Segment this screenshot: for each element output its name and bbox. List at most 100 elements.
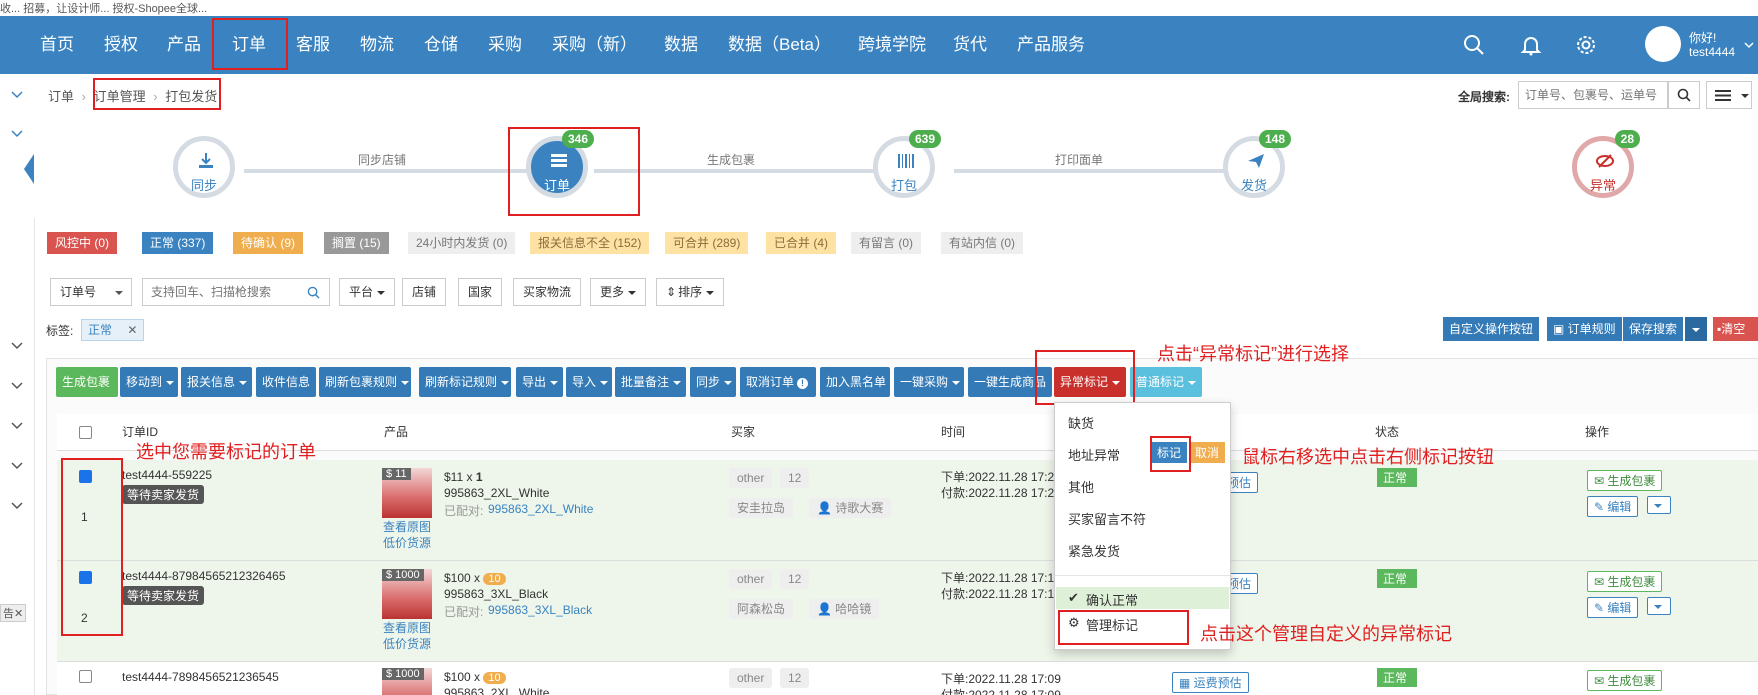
username[interactable]: test4444	[1689, 45, 1735, 59]
row-create-package-button[interactable]: ✉ 生成包裹	[1587, 571, 1663, 592]
order-rules-button[interactable]: ▣ 订单规则	[1547, 317, 1622, 341]
table-row[interactable]: 2 test4444-87984565212326465 等待卖家发货 $ 10…	[57, 561, 1758, 662]
status-tag-merged[interactable]: 已合并 (4)	[766, 232, 837, 254]
table-row[interactable]: test4444-7898456521236545 $ 1000 $100 x …	[57, 662, 1758, 695]
chevron-down-icon[interactable]	[8, 456, 26, 474]
nav-warehouse[interactable]: 仓储	[424, 16, 458, 74]
view-original-link[interactable]: 查看原图	[383, 619, 431, 636]
row-create-package-button[interactable]: ✉ 生成包裹	[1587, 470, 1663, 491]
save-search-button[interactable]: 保存搜索	[1623, 317, 1684, 341]
normal-mark-button[interactable]: 普通标记	[1130, 367, 1202, 397]
country-filter[interactable]: 国家	[458, 278, 503, 306]
status-tag-risk[interactable]: 风控中 (0)	[47, 232, 118, 254]
nav-logistics[interactable]: 物流	[360, 16, 394, 74]
status-tag-has-message[interactable]: 有留言 (0)	[851, 232, 922, 254]
status-tag-24h[interactable]: 24小时内发货 (0)	[408, 232, 516, 254]
buyer-name-pill[interactable]: 👤 哈哈镜	[809, 599, 880, 619]
menu-item-out-of-stock[interactable]: 缺货	[1068, 413, 1094, 432]
nav-product-service[interactable]: 产品服务	[1017, 16, 1085, 74]
bell-icon[interactable]	[1520, 34, 1542, 56]
view-toggle-button[interactable]	[1706, 81, 1752, 109]
menu-item-address-abnormal[interactable]: 地址异常	[1068, 445, 1120, 464]
platform-filter[interactable]: 平台	[339, 278, 396, 306]
tag-chip-normal[interactable]: 正常 ✕	[81, 319, 145, 341]
cancel-mark-button[interactable]: 取消	[1189, 442, 1226, 463]
import-button[interactable]: 导入	[566, 367, 612, 397]
row-more-dropdown[interactable]	[1647, 496, 1671, 514]
nav-product[interactable]: 产品	[167, 16, 201, 74]
menu-item-buyer-message-mismatch[interactable]: 买家留言不符	[1068, 509, 1146, 528]
refresh-mark-rules-button[interactable]: 刷新标记规则	[419, 367, 511, 397]
row-more-dropdown[interactable]	[1647, 597, 1671, 615]
search-icon[interactable]	[307, 286, 320, 299]
nav-academy[interactable]: 跨境学院	[858, 16, 926, 74]
nav-data[interactable]: 数据	[664, 16, 698, 74]
nav-home[interactable]: 首页	[40, 16, 74, 74]
matched-sku-link[interactable]: 995863_2XL_White	[488, 502, 593, 516]
gear-icon[interactable]	[1575, 34, 1597, 56]
move-to-button[interactable]: 移动到	[120, 367, 178, 397]
sync-button[interactable]: 同步	[690, 367, 736, 397]
more-filter[interactable]: 更多	[590, 278, 647, 306]
nav-data-beta[interactable]: 数据（Beta）	[728, 16, 831, 74]
breadcrumb-orders[interactable]: 订单	[48, 89, 74, 104]
status-tag-normal[interactable]: 正常 (337)	[142, 232, 214, 254]
search-icon[interactable]	[1463, 34, 1485, 56]
save-search-dropdown[interactable]	[1685, 317, 1707, 341]
status-tag-on-hold[interactable]: 搁置 (15)	[324, 232, 389, 254]
customs-info-button[interactable]: 报关信息	[181, 367, 252, 397]
refresh-package-rules-button[interactable]: 刷新包裹规则	[319, 367, 411, 397]
chevron-down-icon[interactable]	[8, 496, 26, 514]
order-id[interactable]: test4444-87984565212326465	[122, 569, 286, 583]
step-abnormal[interactable]: 异常 28	[1572, 130, 1640, 198]
low-price-source-link[interactable]: 低价货源	[383, 534, 431, 551]
order-number-select[interactable]: 订单号	[50, 278, 132, 306]
buyer-logistics-filter[interactable]: 买家物流	[513, 278, 582, 306]
select-all-checkbox[interactable]	[79, 426, 92, 439]
custom-actions-button[interactable]: 自定义操作按钮	[1443, 317, 1540, 341]
batch-note-button[interactable]: 批量备注	[615, 367, 686, 397]
step-ship[interactable]: 发货 148	[1223, 130, 1291, 198]
nav-authorize[interactable]: 授权	[104, 16, 138, 74]
global-search-input[interactable]	[1518, 81, 1668, 109]
nav-freight[interactable]: 货代	[953, 16, 987, 74]
step-sync[interactable]: 同步	[173, 136, 235, 198]
row-create-package-button[interactable]: ✉ 生成包裹	[1587, 670, 1663, 691]
matched-sku-link[interactable]: 995863_3XL_Black	[488, 603, 592, 617]
recipient-info-button[interactable]: 收件信息	[256, 367, 316, 397]
view-original-link[interactable]: 查看原图	[383, 518, 431, 535]
avatar[interactable]	[1645, 26, 1681, 62]
menu-item-confirm-normal[interactable]: ✔ 确认正常	[1056, 587, 1229, 609]
chevron-down-icon[interactable]	[8, 376, 26, 394]
store-filter[interactable]: 店铺	[402, 278, 447, 306]
row-checkbox[interactable]	[79, 670, 92, 683]
status-tag-mergeable[interactable]: 可合并 (289)	[665, 232, 749, 254]
menu-item-urgent-ship[interactable]: 紧急发货	[1068, 541, 1120, 560]
order-search-input[interactable]	[142, 278, 330, 306]
chevron-down-icon[interactable]	[1744, 40, 1754, 50]
global-search-button[interactable]	[1668, 81, 1700, 109]
sort-button[interactable]: ⇕ 排序	[656, 278, 725, 306]
one-click-purchase-button[interactable]: 一键采购	[894, 367, 964, 397]
add-blacklist-button[interactable]: 加入黑名单	[820, 367, 890, 397]
nav-customer-service[interactable]: 客服	[296, 16, 330, 74]
nav-purchase[interactable]: 采购	[488, 16, 522, 74]
status-tag-pending[interactable]: 待确认 (9)	[233, 232, 304, 254]
freight-estimate-button[interactable]: ▦ 运费预估	[1172, 672, 1249, 693]
export-button[interactable]: 导出	[516, 367, 563, 397]
order-id[interactable]: test4444-7898456521236545	[122, 670, 279, 684]
row-edit-button[interactable]: ✎ 编辑	[1587, 597, 1639, 618]
low-price-source-link[interactable]: 低价货源	[383, 635, 431, 652]
step-pack[interactable]: 打包 639	[873, 130, 941, 198]
cancel-order-button[interactable]: 取消订单!	[740, 367, 816, 397]
left-popup[interactable]: 告✕	[0, 604, 27, 622]
nav-purchase-new[interactable]: 采购（新）	[552, 16, 637, 74]
clear-button[interactable]: ▪清空	[1713, 317, 1758, 341]
create-package-button[interactable]: 生成包裹	[56, 367, 118, 397]
status-tag-customs-incomplete[interactable]: 报关信息不全 (152)	[530, 232, 650, 254]
order-id[interactable]: test4444-559225	[122, 468, 212, 482]
chevron-down-icon[interactable]	[8, 124, 26, 142]
bookmark-text[interactable]: 收... 招募，让设计师... 授权-Shopee全球...	[0, 3, 207, 15]
status-tag-has-inbox[interactable]: 有站内信 (0)	[941, 232, 1024, 254]
menu-item-other[interactable]: 其他	[1068, 477, 1094, 496]
